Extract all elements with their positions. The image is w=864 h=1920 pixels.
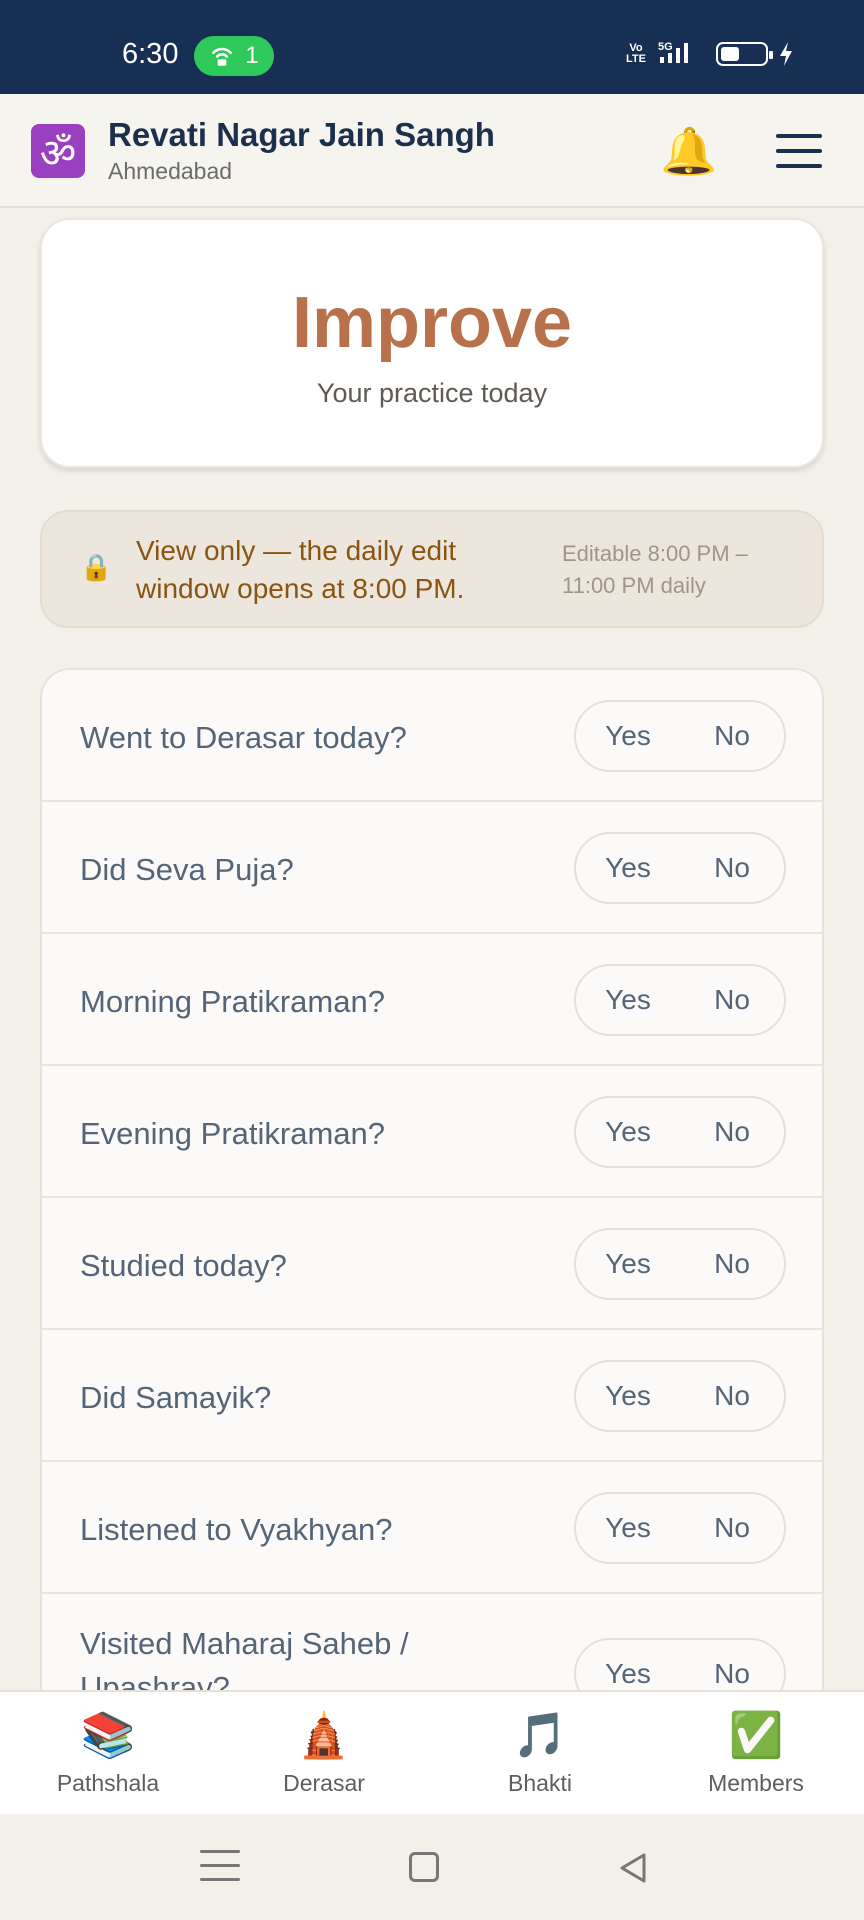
question-row: Visited Maharaj Saheb / Upashray? Yes No: [42, 1594, 822, 1690]
battery-icon: [716, 42, 773, 66]
no-option[interactable]: No: [680, 720, 784, 752]
no-option[interactable]: No: [680, 852, 784, 884]
lock-icon: 🔒: [80, 552, 113, 582]
books-icon: 📚: [80, 1711, 136, 1760]
question-row: Listened to Vyakhyan? Yes No: [42, 1462, 822, 1594]
om-logo-icon: ॐ: [31, 124, 85, 178]
volte-icon: Vo LTE: [626, 42, 646, 65]
practice-questions-list: Went to Derasar today? Yes No Did Seva P…: [40, 668, 824, 1690]
no-option[interactable]: No: [680, 1116, 784, 1148]
yes-option[interactable]: Yes: [576, 1116, 680, 1148]
hotspot-icon: [212, 47, 233, 66]
status-icons: Vo LTE 5G: [626, 40, 794, 68]
hamburger-menu-icon[interactable]: [776, 134, 822, 168]
system-nav-bar: [0, 1814, 864, 1920]
svg-text:5G: 5G: [658, 41, 673, 53]
yes-option[interactable]: Yes: [576, 852, 680, 884]
nav-item-bhakti[interactable]: 🎵 Bhakti: [432, 1692, 648, 1814]
home-icon[interactable]: [409, 1852, 439, 1882]
notice-message: View only — the daily edit window opens …: [136, 535, 465, 604]
status-time: 6:30: [122, 38, 179, 70]
question-label: Listened to Vyakhyan?: [80, 1512, 393, 1547]
question-row: Did Seva Puja? Yes No: [42, 802, 822, 934]
nav-item-derasar[interactable]: 🛕 Derasar: [216, 1692, 432, 1814]
yes-no-toggle: Yes No: [574, 1096, 786, 1168]
nav-label: Pathshala: [56, 1770, 160, 1796]
question-row: Morning Pratikraman? Yes No: [42, 934, 822, 1066]
temple-icon: 🛕: [296, 1711, 352, 1760]
question-label: Evening Pratikraman?: [80, 1116, 385, 1151]
yes-no-toggle: Yes No: [574, 700, 786, 772]
back-icon[interactable]: [614, 1850, 654, 1886]
no-option[interactable]: No: [680, 1380, 784, 1412]
improve-title: Improve: [291, 283, 573, 363]
sangh-title: Revati Nagar Jain Sangh: [108, 116, 495, 153]
app-header: ॐ Revati Nagar Jain Sangh Ahmedabad 🔔: [0, 94, 864, 208]
yes-no-toggle: Yes No: [574, 1638, 786, 1690]
improve-card: Improve Your practice today: [40, 218, 824, 468]
edit-window-hint: Editable 8:00 PM – 11:00 PM daily: [562, 541, 748, 598]
no-option[interactable]: No: [680, 1512, 784, 1544]
yes-no-toggle: Yes No: [574, 964, 786, 1036]
nav-item-members[interactable]: ✅ Members: [648, 1692, 864, 1814]
yes-option[interactable]: Yes: [576, 1512, 680, 1544]
improve-subtitle: Your practice today: [316, 378, 548, 408]
nav-label: Derasar: [283, 1770, 365, 1796]
question-label: Morning Pratikraman?: [80, 984, 385, 1019]
question-label: Visited Maharaj Saheb / Upashray?: [80, 1626, 409, 1690]
question-row: Went to Derasar today? Yes No: [42, 670, 822, 802]
nav-label: Bhakti: [508, 1770, 572, 1796]
yes-no-toggle: Yes No: [574, 1228, 786, 1300]
check-mark-icon: ✅: [728, 1711, 784, 1760]
no-option[interactable]: No: [680, 1248, 784, 1280]
hotspot-count: 1: [245, 42, 259, 69]
question-label: Studied today?: [80, 1248, 287, 1283]
question-row: Evening Pratikraman? Yes No: [42, 1066, 822, 1198]
city-subtitle: Ahmedabad: [108, 158, 233, 184]
question-row: Did Samayik? Yes No: [42, 1330, 822, 1462]
yes-option[interactable]: Yes: [576, 984, 680, 1016]
bell-icon[interactable]: 🔔: [660, 124, 717, 178]
recent-apps-icon[interactable]: [200, 1850, 240, 1886]
no-option[interactable]: No: [680, 1658, 784, 1690]
question-label: Did Samayik?: [80, 1380, 272, 1415]
bottom-nav: 📚 Pathshala 🛕 Derasar 🎵 Bhakti ✅ Members: [0, 1690, 864, 1814]
music-note-icon: 🎵: [512, 1711, 568, 1760]
view-only-notice: 🔒 View only — the daily edit window open…: [40, 510, 824, 628]
question-row: Studied today? Yes No: [42, 1198, 822, 1330]
question-label: Went to Derasar today?: [80, 720, 407, 755]
yes-option[interactable]: Yes: [576, 720, 680, 752]
yes-no-toggle: Yes No: [574, 1360, 786, 1432]
status-bar: 6:30 1 Vo LTE 5G: [0, 0, 864, 94]
yes-no-toggle: Yes No: [574, 1492, 786, 1564]
yes-option[interactable]: Yes: [576, 1248, 680, 1280]
hotspot-indicator: 1: [194, 36, 274, 76]
nav-label: Members: [708, 1770, 804, 1796]
yes-option[interactable]: Yes: [576, 1658, 680, 1690]
question-label: Did Seva Puja?: [80, 852, 294, 887]
signal-icon: 5G: [658, 41, 688, 63]
yes-no-toggle: Yes No: [574, 832, 786, 904]
charging-icon: [780, 42, 792, 66]
yes-option[interactable]: Yes: [576, 1380, 680, 1412]
no-option[interactable]: No: [680, 984, 784, 1016]
nav-item-pathshala[interactable]: 📚 Pathshala: [0, 1692, 216, 1814]
